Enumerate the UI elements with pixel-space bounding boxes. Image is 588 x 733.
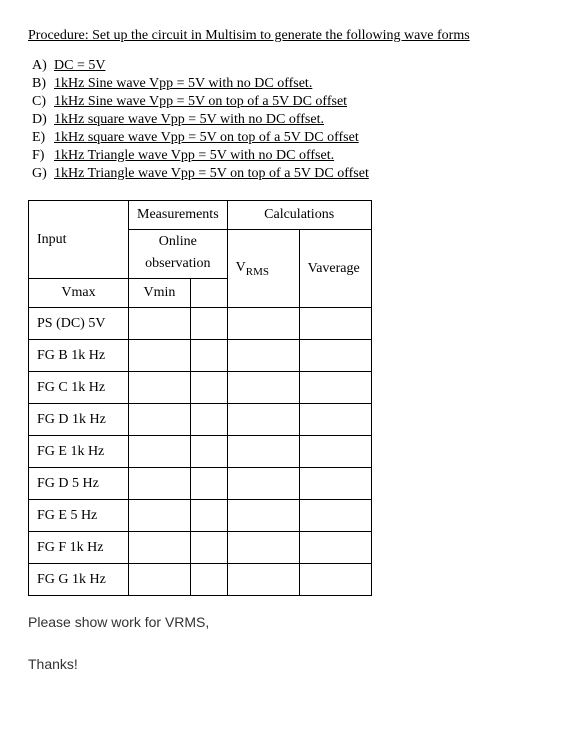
header-online: Online	[137, 234, 219, 250]
cell-vmin	[191, 564, 228, 596]
cell-input: FG E 5 Hz	[29, 500, 129, 532]
cell-vmin	[191, 532, 228, 564]
cell-vavg	[299, 308, 371, 340]
cell-input: PS (DC) 5V	[29, 308, 129, 340]
cell-vrms	[227, 468, 299, 500]
cell-vavg	[299, 436, 371, 468]
wave-list: A)DC = 5V B)1kHz Sine wave Vpp = 5V with…	[28, 58, 560, 182]
cell-vmax	[129, 308, 191, 340]
item-desc: 1kHz Triangle wave Vpp = 5V on top of a …	[54, 166, 369, 181]
item-desc: 1kHz Sine wave Vpp = 5V on top of a 5V D…	[54, 94, 347, 109]
header-vmin: Vmin	[129, 279, 191, 308]
table-row: FG D 1k Hz	[29, 404, 372, 436]
item-desc: 1kHz square wave Vpp = 5V with no DC off…	[54, 112, 324, 127]
item-desc: 1kHz Triangle wave Vpp = 5V with no DC o…	[54, 148, 334, 163]
table-row: FG F 1k Hz	[29, 532, 372, 564]
cell-input: FG D 5 Hz	[29, 468, 129, 500]
cell-vrms	[227, 308, 299, 340]
cell-vmax	[129, 372, 191, 404]
cell-vavg	[299, 404, 371, 436]
cell-vrms	[227, 404, 299, 436]
item-label: B)	[32, 76, 54, 92]
cell-input: FG D 1k Hz	[29, 404, 129, 436]
table-row: FG E 1k Hz	[29, 436, 372, 468]
item-desc: 1kHz square wave Vpp = 5V on top of a 5V…	[54, 130, 359, 145]
cell-vmin	[191, 308, 228, 340]
table-row: PS (DC) 5V	[29, 308, 372, 340]
item-desc: DC = 5V	[54, 58, 105, 73]
cell-input: FG F 1k Hz	[29, 532, 129, 564]
cell-vmax	[129, 436, 191, 468]
item-label: E)	[32, 130, 54, 146]
cell-input: FG B 1k Hz	[29, 340, 129, 372]
cell-vmax	[129, 404, 191, 436]
cell-vrms	[227, 500, 299, 532]
list-item: D)1kHz square wave Vpp = 5V with no DC o…	[32, 112, 560, 128]
thanks-text: Thanks!	[28, 656, 560, 672]
cell-vmax	[129, 500, 191, 532]
header-observation: observation	[137, 256, 219, 272]
cell-vmin	[191, 468, 228, 500]
cell-vmax	[129, 340, 191, 372]
list-item: E)1kHz square wave Vpp = 5V on top of a …	[32, 130, 560, 146]
cell-vavg	[299, 340, 371, 372]
list-item: G)1kHz Triangle wave Vpp = 5V on top of …	[32, 166, 560, 182]
cell-vavg	[299, 500, 371, 532]
header-calculations: Calculations	[227, 201, 371, 230]
item-label: D)	[32, 112, 54, 128]
cell-vmin	[191, 500, 228, 532]
header-vrms: VRMS	[227, 230, 299, 308]
table-row: FG C 1k Hz	[29, 372, 372, 404]
cell-vavg	[299, 468, 371, 500]
vrms-sub: RMS	[246, 265, 269, 277]
table-row: FG B 1k Hz	[29, 340, 372, 372]
item-desc: 1kHz Sine wave Vpp = 5V with no DC offse…	[54, 76, 312, 91]
header-input: Input	[29, 201, 129, 279]
item-label: G)	[32, 166, 54, 182]
header-online-observation: Online observation	[129, 230, 228, 279]
measurement-table: Input Measurements Calculations Online o…	[28, 200, 372, 596]
footer-note: Please show work for VRMS,	[28, 614, 560, 630]
cell-vmin	[191, 340, 228, 372]
list-item: C)1kHz Sine wave Vpp = 5V on top of a 5V…	[32, 94, 560, 110]
cell-vrms	[227, 372, 299, 404]
header-measurements: Measurements	[129, 201, 228, 230]
cell-vmax	[129, 468, 191, 500]
vrms-prefix: V	[236, 260, 246, 275]
item-label: C)	[32, 94, 54, 110]
cell-vrms	[227, 340, 299, 372]
cell-input: FG G 1k Hz	[29, 564, 129, 596]
cell-vmax	[129, 532, 191, 564]
cell-vavg	[299, 372, 371, 404]
list-item: F)1kHz Triangle wave Vpp = 5V with no DC…	[32, 148, 560, 164]
cell-input: FG C 1k Hz	[29, 372, 129, 404]
procedure-title: Procedure: Set up the circuit in Multisi…	[28, 28, 560, 44]
cell-vrms	[227, 564, 299, 596]
item-label: F)	[32, 148, 54, 164]
cell-vrms	[227, 436, 299, 468]
item-label: A)	[32, 58, 54, 74]
header-vaverage: Vaverage	[299, 230, 371, 308]
cell-vavg	[299, 532, 371, 564]
cell-vmin	[191, 436, 228, 468]
cell-vrms	[227, 532, 299, 564]
table-row: FG D 5 Hz	[29, 468, 372, 500]
cell-vmax	[129, 564, 191, 596]
list-item: A)DC = 5V	[32, 58, 560, 74]
table-row: FG E 5 Hz	[29, 500, 372, 532]
cell-vmin	[191, 404, 228, 436]
cell-vavg	[299, 564, 371, 596]
table-row: FG G 1k Hz	[29, 564, 372, 596]
header-vmax: Vmax	[29, 279, 129, 308]
cell-input: FG E 1k Hz	[29, 436, 129, 468]
list-item: B)1kHz Sine wave Vpp = 5V with no DC off…	[32, 76, 560, 92]
cell-vmin	[191, 372, 228, 404]
